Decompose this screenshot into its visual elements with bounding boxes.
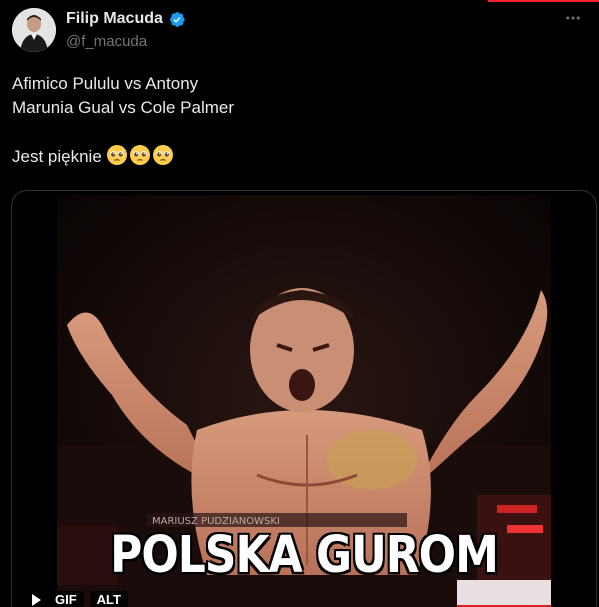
gif-controls: GIF ALT	[30, 591, 128, 607]
pleading-face-emoji-icon	[152, 145, 173, 165]
verified-badge-icon	[167, 10, 186, 29]
tweet: Filip Macuda @f_macuda Afimico Pululu vs…	[0, 0, 599, 607]
pleading-face-emoji-icon	[129, 145, 150, 165]
gif-badge[interactable]: GIF	[48, 591, 84, 607]
emoji-group	[106, 144, 174, 166]
top-accent-bar	[488, 0, 599, 2]
pleading-face-emoji-icon	[106, 145, 127, 165]
tweet-text: Afimico Pululu vs Antony Marunia Gual vs…	[12, 72, 582, 169]
more-dots-icon	[566, 16, 580, 20]
avatar[interactable]	[12, 8, 56, 52]
tweet-line-with-emoji: Jest pięknie	[12, 144, 582, 169]
tweet-line: Marunia Gual vs Cole Palmer	[12, 98, 235, 117]
gif-frame[interactable]: MARIUSZ PUDZIANOWSKI POLSKA GUROM	[57, 195, 551, 607]
author-display-name[interactable]: Filip Macuda	[66, 9, 163, 29]
more-options-button[interactable]	[559, 4, 587, 32]
gif-caption: POLSKA GUROM	[109, 525, 500, 586]
avatar-image	[12, 8, 56, 52]
gif-media-card[interactable]: MARIUSZ PUDZIANOWSKI POLSKA GUROM GIF AL…	[11, 190, 597, 607]
tweet-line	[12, 120, 582, 144]
tweet-line: Afimico Pululu vs Antony	[12, 74, 199, 93]
tweet-line-text: Jest pięknie	[12, 147, 102, 166]
author-name-row: Filip Macuda	[66, 9, 186, 29]
author-handle[interactable]: @f_macuda	[66, 32, 147, 52]
alt-text-button[interactable]: ALT	[89, 591, 128, 607]
play-icon[interactable]	[30, 593, 42, 607]
